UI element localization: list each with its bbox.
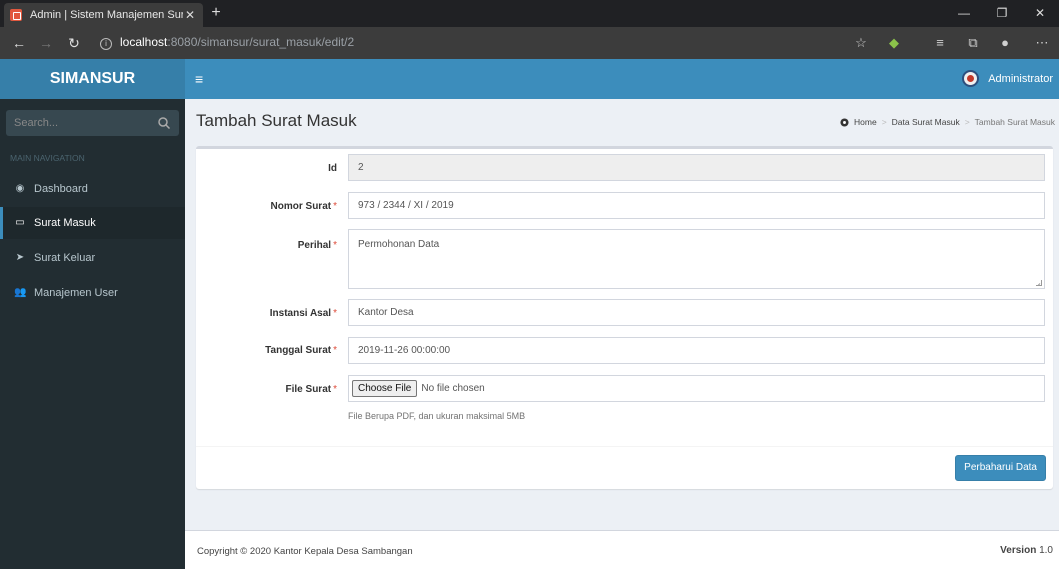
file-surat-label: File Surat * xyxy=(285,384,337,395)
favorite-star-icon[interactable]: ☆ xyxy=(851,33,871,53)
file-surat-input[interactable]: Choose File No file chosen xyxy=(348,375,1045,402)
minimize-icon[interactable]: — xyxy=(945,0,983,27)
file-help-text: File Berupa PDF, dan ukuran maksimal 5MB xyxy=(348,411,526,421)
perihal-textarea[interactable]: Permohonan Data xyxy=(348,229,1045,289)
sidebar-item-surat-keluar[interactable]: ➤ Surat Keluar xyxy=(0,242,185,274)
app-logo[interactable]: SIMANSUR xyxy=(0,59,185,99)
breadcrumb-separator: > xyxy=(964,117,970,127)
favorites-icon[interactable]: ≡ xyxy=(930,33,950,53)
more-icon[interactable]: ⋯ xyxy=(1032,33,1052,53)
file-status: No file chosen xyxy=(421,383,485,394)
user-menu[interactable]: Administrator xyxy=(962,70,1053,87)
tanggal-surat-label: Tanggal Surat * xyxy=(265,345,337,356)
restore-icon[interactable]: ❐ xyxy=(983,0,1021,27)
browser-address-bar: ← → ↻ i localhost:8080/simansur/surat_mas… xyxy=(0,27,1059,59)
url-host: localhost xyxy=(120,35,168,49)
sidebar-toggle-icon[interactable]: ≡ xyxy=(195,71,203,87)
inbox-icon: ▭ xyxy=(15,217,25,228)
id-label: Id xyxy=(328,163,337,174)
avatar xyxy=(962,70,980,87)
page-footer: Copyright © 2020 Kantor Kepala Desa Samb… xyxy=(185,530,1059,569)
nomor-surat-field[interactable]: 973 / 2344 / XI / 2019 xyxy=(348,192,1045,219)
box-footer-divider xyxy=(196,446,1053,447)
close-window-icon[interactable]: ✕ xyxy=(1021,0,1059,27)
collections-icon[interactable]: ⧉ xyxy=(963,33,983,53)
search-icon[interactable] xyxy=(157,116,171,130)
extension-icon[interactable]: ◆ xyxy=(884,33,904,53)
new-tab-icon[interactable]: + xyxy=(207,4,225,22)
breadcrumb-separator: > xyxy=(881,117,887,127)
tanggal-surat-field[interactable]: 2019-11-26 00:00:00 xyxy=(348,337,1045,364)
nomor-surat-label: Nomor Surat * xyxy=(270,201,337,212)
version-text: Version 1.0 xyxy=(1000,545,1053,556)
browser-tab[interactable]: Admin | Sistem Manajemen Sura ✕ xyxy=(4,3,203,27)
url-path: :8080/simansur/surat_masuk/edit/2 xyxy=(167,35,355,49)
forward-icon[interactable]: → xyxy=(36,33,56,53)
site-info-icon[interactable]: i xyxy=(100,38,112,50)
sidebar-item-label: Surat Keluar xyxy=(34,252,96,264)
choose-file-button[interactable]: Choose File xyxy=(352,380,418,397)
dashboard-icon: ◉ xyxy=(15,183,25,194)
sidebar-item-label: Dashboard xyxy=(34,183,88,195)
top-navbar: ≡ Administrator xyxy=(185,59,1059,99)
breadcrumb-data-surat-masuk[interactable]: Data Surat Masuk xyxy=(892,117,960,127)
id-field: 2 xyxy=(348,154,1045,181)
back-icon[interactable]: ← xyxy=(9,33,29,53)
sidebar: MAIN NAVIGATION ◉ Dashboard ▭ Surat Masu… xyxy=(0,99,185,569)
home-icon xyxy=(840,117,849,127)
nav-header: MAIN NAVIGATION xyxy=(10,153,85,163)
breadcrumb-current: Tambah Surat Masuk xyxy=(974,117,1055,127)
perihal-label: Perihal * xyxy=(297,240,337,251)
sidebar-item-dashboard[interactable]: ◉ Dashboard xyxy=(0,173,185,205)
sidebar-item-label: Surat Masuk xyxy=(34,217,96,229)
resize-handle-icon[interactable] xyxy=(1036,280,1042,286)
breadcrumb-home[interactable]: Home xyxy=(854,117,877,127)
breadcrumb: Home > Data Surat Masuk > Tambah Surat M… xyxy=(840,117,1055,127)
sidebar-item-label: Manajemen User xyxy=(34,287,118,299)
page-title: Tambah Surat Masuk xyxy=(196,111,357,130)
profile-icon[interactable]: ● xyxy=(995,33,1015,53)
search-input[interactable] xyxy=(6,110,156,136)
close-tab-icon[interactable]: ✕ xyxy=(183,8,197,22)
perbaharui-data-button[interactable]: Perbaharui Data xyxy=(955,455,1046,481)
send-icon: ➤ xyxy=(15,252,25,263)
favicon-icon xyxy=(10,9,22,21)
users-icon: 👥 xyxy=(14,287,27,298)
instansi-asal-label: Instansi Asal * xyxy=(269,308,337,319)
instansi-asal-field[interactable]: Kantor Desa xyxy=(348,299,1045,326)
sidebar-item-surat-masuk[interactable]: ▭ Surat Masuk xyxy=(0,207,185,239)
user-name: Administrator xyxy=(988,72,1053,85)
browser-tab-title: Admin | Sistem Manajemen Sura xyxy=(30,9,183,21)
sidebar-search xyxy=(6,110,179,136)
browser-tabbar: Admin | Sistem Manajemen Sura ✕ + — ❐ ✕ xyxy=(0,0,1059,27)
refresh-icon[interactable]: ↻ xyxy=(64,33,84,53)
url-field[interactable]: i localhost:8080/simansur/surat_masuk/edi… xyxy=(100,35,354,50)
sidebar-item-manajemen-user[interactable]: 👥 Manajemen User xyxy=(0,277,185,309)
copyright-text: Copyright © 2020 Kantor Kepala Desa Samb… xyxy=(197,546,413,557)
form-box: Id 2 Nomor Surat * 973 / 2344 / XI / 2019… xyxy=(196,146,1053,489)
